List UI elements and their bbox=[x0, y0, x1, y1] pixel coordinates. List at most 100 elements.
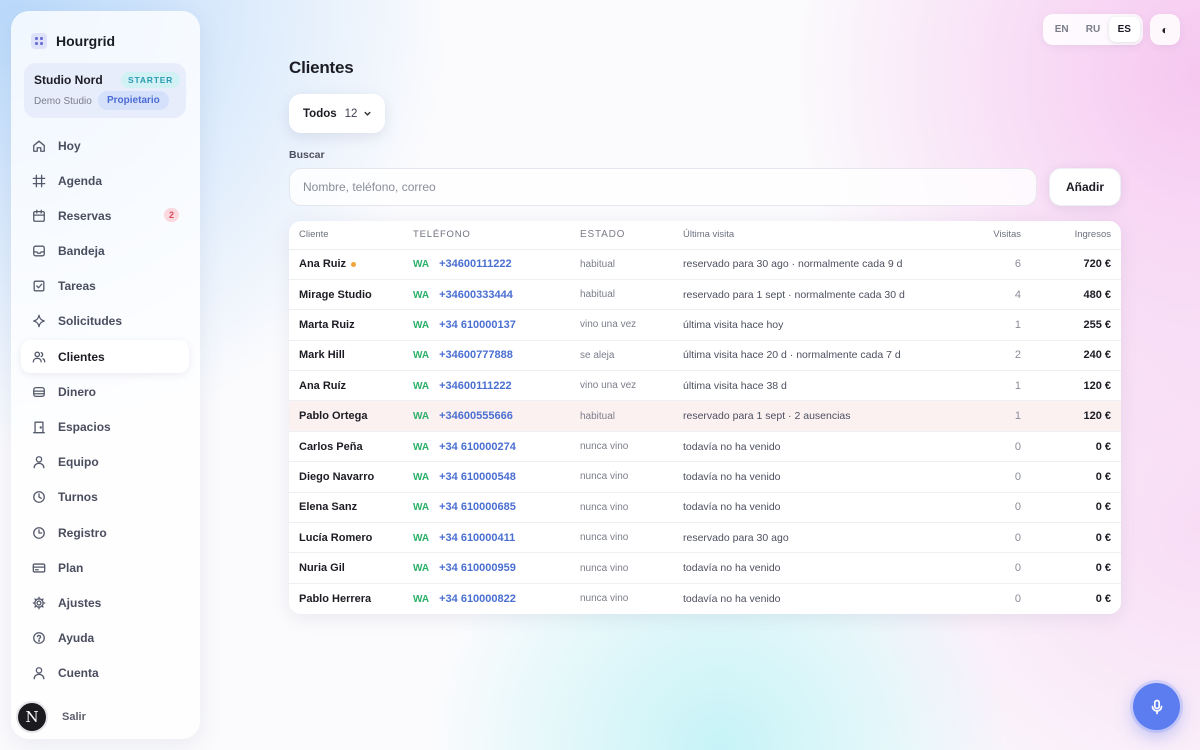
whatsapp-link[interactable]: WA bbox=[413, 320, 429, 331]
client-name: Elena Sanz bbox=[299, 501, 358, 514]
table-row[interactable]: Pablo Ortega WA +34600555666 habitual reserv… bbox=[289, 400, 1121, 432]
client-name-cell[interactable]: Mark Hill bbox=[289, 340, 413, 372]
search-input[interactable] bbox=[289, 168, 1037, 206]
help-icon bbox=[33, 632, 45, 645]
phone-link[interactable]: +34600111222 bbox=[439, 380, 512, 392]
table-row[interactable]: Mark Hill WA +34600777888 se aleja última vi… bbox=[289, 340, 1121, 372]
phone-cell: WA +34600111222 bbox=[413, 370, 580, 402]
whatsapp-link[interactable]: WA bbox=[413, 442, 429, 453]
clients-table: Cliente TELÉFONO ESTADO Última visita Vi… bbox=[289, 221, 1121, 614]
theme-toggle-button[interactable]: ◐ bbox=[1150, 14, 1180, 45]
income-cell: 0 € bbox=[1021, 431, 1121, 463]
client-name-cell[interactable]: Ana Ruiz bbox=[289, 249, 413, 280]
table-row[interactable]: Mirage Studio WA +34600333444 habitual reser… bbox=[289, 279, 1121, 311]
page-title: Clientes bbox=[289, 58, 354, 77]
org-switcher[interactable]: Studio Nord STARTER Demo Studio Propieta… bbox=[24, 63, 186, 118]
client-name-cell[interactable]: Ana Ruíz bbox=[289, 370, 413, 402]
whatsapp-link[interactable]: WA bbox=[413, 350, 429, 361]
voice-assistant-button[interactable] bbox=[1133, 683, 1180, 730]
whatsapp-link[interactable]: WA bbox=[413, 563, 429, 574]
table-row[interactable]: Marta Ruiz WA +34 610000137 vino una vez últ… bbox=[289, 309, 1121, 341]
add-client-button[interactable]: Añadir bbox=[1049, 168, 1121, 206]
client-name-cell[interactable]: Pablo Ortega bbox=[289, 400, 413, 432]
header-visits[interactable]: Visitas bbox=[953, 221, 1021, 250]
last-visit-cell: reservado para 30 ago bbox=[683, 522, 953, 554]
phone-link[interactable]: +34 610000548 bbox=[439, 471, 516, 483]
logout-button[interactable]: N Salir bbox=[16, 701, 86, 733]
sidebar-item-hoy[interactable]: Hoy bbox=[21, 129, 189, 162]
header-income[interactable]: Ingresos bbox=[1021, 221, 1121, 250]
sidebar-item-espacios[interactable]: Espacios bbox=[21, 411, 189, 444]
sidebar-item-dinero[interactable]: Dinero bbox=[21, 375, 189, 408]
phone-link[interactable]: +34 610000411 bbox=[439, 532, 515, 544]
table-row[interactable]: Ana Ruiz WA +34600111222 habitual reservado … bbox=[289, 249, 1121, 280]
client-name: Pablo Herrera bbox=[299, 592, 372, 605]
status-filter-dropdown[interactable]: Todos 12 bbox=[289, 94, 385, 133]
table-row[interactable]: Elena Sanz WA +34 610000685 nunca vino todav… bbox=[289, 492, 1121, 524]
lang-en-button[interactable]: EN bbox=[1046, 17, 1077, 42]
status-cell: habitual bbox=[580, 249, 683, 280]
phone-link[interactable]: +34600555666 bbox=[439, 410, 513, 422]
org-name: Studio Nord bbox=[34, 73, 103, 87]
sidebar-item-clientes[interactable]: Clientes bbox=[21, 340, 189, 374]
phone-link[interactable]: +34600333444 bbox=[439, 289, 513, 301]
plan-badge: STARTER bbox=[121, 72, 181, 88]
client-name-cell[interactable]: Marta Ruiz bbox=[289, 309, 413, 341]
lang-es-button[interactable]: ES bbox=[1108, 17, 1140, 42]
phone-cell: WA +34 610000548 bbox=[413, 461, 580, 493]
header-last-visit[interactable]: Última visita bbox=[683, 221, 953, 250]
phone-cell: WA +34 610000959 bbox=[413, 552, 580, 584]
sidebar-item-solicitudes[interactable]: Solicitudes bbox=[21, 305, 189, 338]
table-row[interactable]: Diego Navarro WA +34 610000548 nunca vino to… bbox=[289, 461, 1121, 493]
header-status[interactable]: ESTADO bbox=[580, 221, 683, 250]
phone-link[interactable]: +34 610000274 bbox=[439, 441, 516, 453]
client-name-cell[interactable]: Pablo Herrera bbox=[289, 583, 413, 613]
sidebar-item-bandeja[interactable]: Bandeja bbox=[21, 235, 189, 268]
avatar: N bbox=[16, 701, 48, 733]
sidebar-item-plan[interactable]: Plan bbox=[21, 551, 189, 584]
client-name-cell[interactable]: Carlos Peña bbox=[289, 431, 413, 463]
table-row[interactable]: Lucía Romero WA +34 610000411 nunca vino res… bbox=[289, 522, 1121, 554]
client-name-cell[interactable]: Lucía Romero bbox=[289, 522, 413, 554]
table-row[interactable]: Ana Ruíz WA +34600111222 vino una vez última… bbox=[289, 370, 1121, 402]
gear-icon bbox=[32, 596, 46, 610]
sidebar-item-turnos[interactable]: Turnos bbox=[21, 481, 189, 514]
brand[interactable]: Hourgrid bbox=[31, 33, 115, 49]
sidebar-item-ajustes[interactable]: Ajustes bbox=[21, 586, 189, 619]
whatsapp-link[interactable]: WA bbox=[413, 594, 429, 605]
table-row[interactable]: Nuria Gil WA +34 610000959 nunca vino todaví… bbox=[289, 552, 1121, 584]
income-cell: 0 € bbox=[1021, 461, 1121, 493]
client-name-cell[interactable]: Mirage Studio bbox=[289, 279, 413, 311]
sidebar-item-agenda[interactable]: Agenda bbox=[21, 164, 189, 197]
income-cell: 0 € bbox=[1021, 552, 1121, 584]
phone-link[interactable]: +34600777888 bbox=[439, 349, 513, 361]
phone-link[interactable]: +34 610000137 bbox=[439, 319, 516, 331]
sidebar-item-reservas[interactable]: Reservas 2 bbox=[21, 199, 189, 232]
sidebar-item-tareas[interactable]: Tareas bbox=[21, 270, 189, 303]
whatsapp-link[interactable]: WA bbox=[413, 381, 429, 392]
sidebar-item-cuenta[interactable]: Cuenta bbox=[21, 657, 189, 690]
whatsapp-link[interactable]: WA bbox=[413, 502, 429, 513]
whatsapp-link[interactable]: WA bbox=[413, 411, 429, 422]
header-phone[interactable]: TELÉFONO bbox=[413, 221, 580, 250]
whatsapp-link[interactable]: WA bbox=[413, 290, 429, 301]
whatsapp-link[interactable]: WA bbox=[413, 533, 429, 544]
client-name-cell[interactable]: Nuria Gil bbox=[289, 552, 413, 584]
phone-link[interactable]: +34 610000685 bbox=[439, 501, 516, 513]
sidebar-item-ayuda[interactable]: Ayuda bbox=[21, 622, 189, 655]
table-row[interactable]: Pablo Herrera WA +34 610000822 nunca vino to… bbox=[289, 583, 1121, 613]
sidebar-item-equipo[interactable]: Equipo bbox=[21, 446, 189, 479]
table-row[interactable]: Carlos Peña WA +34 610000274 nunca vino toda… bbox=[289, 431, 1121, 463]
filter-count: 12 bbox=[344, 107, 358, 120]
whatsapp-link[interactable]: WA bbox=[413, 472, 429, 483]
phone-link[interactable]: +34 610000822 bbox=[439, 593, 516, 605]
lang-ru-button[interactable]: RU bbox=[1077, 17, 1108, 42]
header-client[interactable]: Cliente bbox=[289, 221, 413, 250]
sidebar-item-registro[interactable]: Registro bbox=[21, 516, 189, 549]
client-name-cell[interactable]: Diego Navarro bbox=[289, 461, 413, 493]
phone-link[interactable]: +34 610000959 bbox=[439, 562, 516, 574]
phone-link[interactable]: +34600111222 bbox=[439, 258, 512, 270]
sidebar-item-label: Bandeja bbox=[58, 244, 105, 259]
whatsapp-link[interactable]: WA bbox=[413, 259, 429, 270]
client-name-cell[interactable]: Elena Sanz bbox=[289, 492, 413, 524]
